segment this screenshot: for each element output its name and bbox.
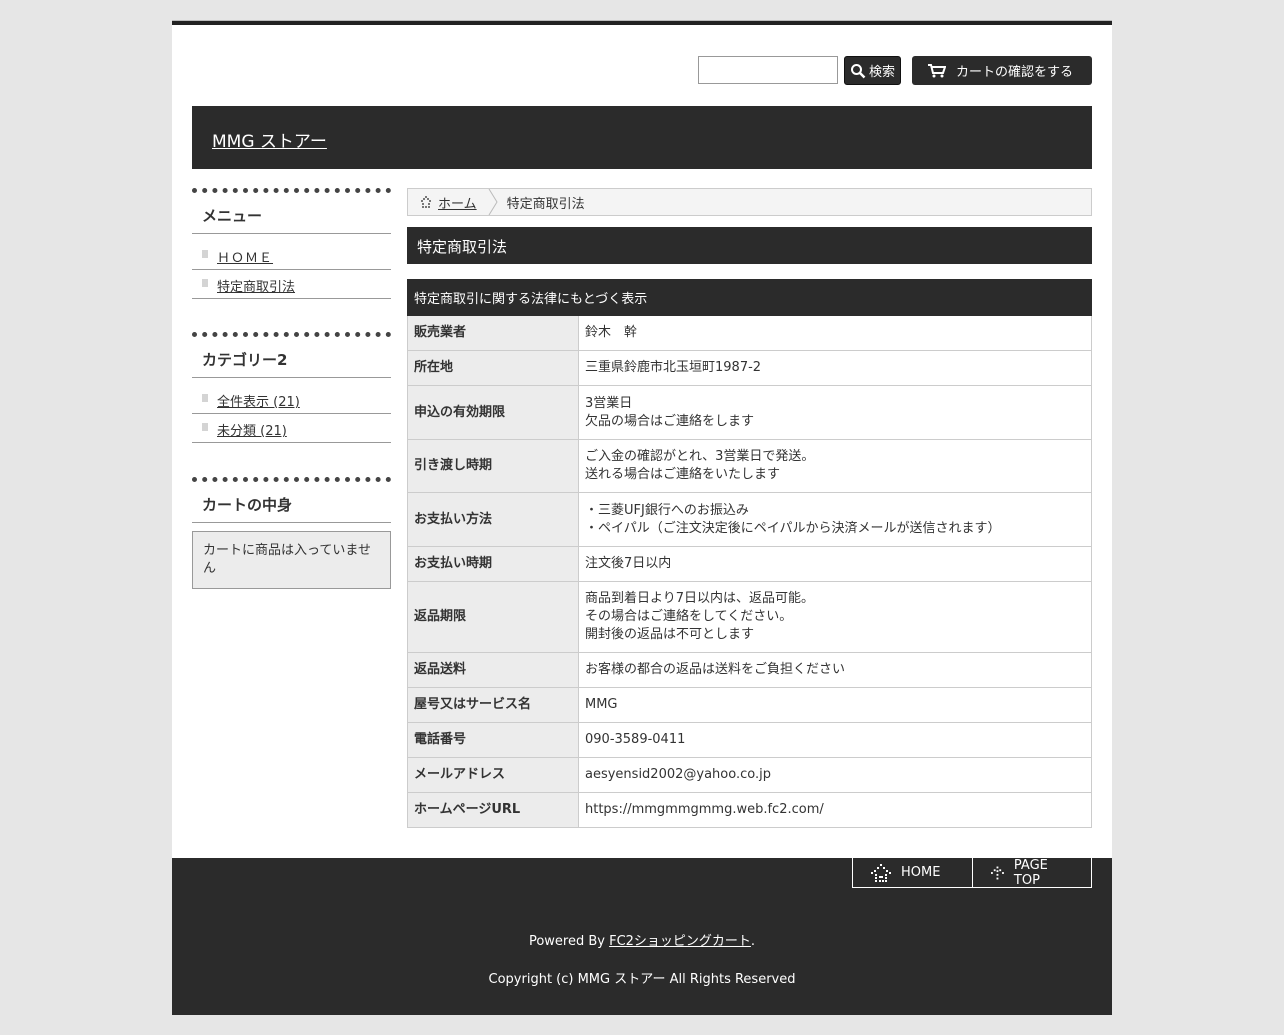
category-link-uncategorized[interactable]: 未分類 (21): [217, 424, 287, 439]
row-label: 引き渡し時期: [407, 439, 579, 493]
menu-item-home: ＨＯＭＥ: [192, 241, 391, 270]
search-button-label: 検索: [868, 65, 895, 80]
footer-nav: HOME PAGE TOP: [852, 858, 1092, 888]
bullet-icon: [202, 394, 208, 402]
row-label: 所在地: [407, 350, 579, 386]
breadcrumb: ホーム 特定商取引法: [407, 188, 1092, 216]
category-item-all: 全件表示 (21): [192, 385, 391, 414]
site-header: MMG ストアー: [192, 106, 1092, 169]
table-row: 所在地 三重県鈴鹿市北玉垣町1987-2: [407, 350, 1092, 386]
row-value: ご入金の確認がとれ、3営業日で発送。 送れる場合はご連絡をいたします: [578, 439, 1092, 493]
row-label: 申込の有効期限: [407, 385, 579, 440]
row-value: 注文後7日以内: [578, 546, 1092, 582]
copyright: Copyright (c) MMG ストアー All Rights Reserv…: [488, 972, 796, 987]
footer-home-button[interactable]: HOME: [852, 858, 972, 888]
row-value: ・三菱UFJ銀行へのお振込み ・ペイパル（ご注文決定後にペイパルから決済メールが…: [578, 492, 1092, 547]
cart-heading: カートの中身: [192, 477, 391, 523]
table-row: メールアドレス aesyensid2002@yahoo.co.jp: [407, 757, 1092, 793]
view-cart-label: カートの確認をする: [956, 65, 1074, 80]
footer-page-top-label: PAGE TOP: [1013, 857, 1048, 888]
menu-link-law[interactable]: 特定商取引法: [217, 280, 295, 295]
row-value: 商品到着日より7日以内は、返品可能。 その場合はご連絡をしてください。 開封後の…: [578, 581, 1092, 653]
breadcrumb-current: 特定商取引法: [506, 196, 585, 212]
breadcrumb-home-link[interactable]: ホーム: [438, 193, 477, 212]
menu-link-home[interactable]: ＨＯＭＥ: [217, 251, 273, 266]
footer-home-label: HOME: [901, 865, 941, 880]
home-icon: [871, 863, 891, 882]
row-label: 返品期限: [407, 581, 579, 653]
bullet-icon: [202, 250, 208, 258]
row-label: メールアドレス: [407, 757, 579, 793]
table-row: 返品期限 商品到着日より7日以内は、返品可能。 その場合はご連絡をしてください。 …: [407, 581, 1092, 653]
law-table: 特定商取引に関する法律にもとづく表示 販売業者 鈴木 幹所在地 三重県鈴鹿市北玉垣町…: [407, 279, 1092, 828]
sidebar-cart: カートの中身 カートに商品は入っていません: [192, 477, 391, 589]
sidebar-menu: メニュー ＨＯＭＥ 特定商取引法: [192, 188, 391, 299]
row-value: お客様の都合の返品は送料をご負担ください: [578, 652, 1092, 688]
page-container: 検索 カートの確認をする MMG ストアー メニュー ＨＯＭＥ 特定商取引法 カ…: [172, 20, 1112, 1015]
bullet-icon: [202, 279, 208, 287]
powered-by-link[interactable]: FC2ショッピングカート: [609, 934, 751, 949]
category-list: 全件表示 (21) 未分類 (21): [192, 385, 391, 443]
row-value: 三重県鈴鹿市北玉垣町1987-2: [578, 350, 1092, 386]
search-input[interactable]: [698, 56, 838, 84]
breadcrumb-separator-icon: [488, 189, 498, 215]
table-row: ホームページURL https://mmgmmgmmg.web.fc2.com/: [407, 792, 1092, 828]
law-table-body: 販売業者 鈴木 幹所在地 三重県鈴鹿市北玉垣町1987-2 申込の有効期限 3営業日 欠…: [407, 315, 1092, 828]
row-label: 屋号又はサービス名: [407, 687, 579, 723]
table-caption: 特定商取引に関する法律にもとづく表示: [407, 279, 1092, 316]
table-row: お支払い時期 注文後7日以内: [407, 546, 1092, 582]
cart-icon: [928, 63, 946, 77]
view-cart-button[interactable]: カートの確認をする: [912, 56, 1092, 85]
table-row: 電話番号 090-3589-0411: [407, 722, 1092, 758]
table-row: 販売業者 鈴木 幹: [407, 315, 1092, 351]
menu-list: ＨＯＭＥ 特定商取引法: [192, 241, 391, 299]
site-title-link[interactable]: MMG ストアー: [212, 127, 327, 152]
table-row: 屋号又はサービス名 MMG: [407, 687, 1092, 723]
home-icon: [421, 196, 431, 208]
category-heading: カテゴリー2: [192, 332, 391, 378]
sidebar-category: カテゴリー2 全件表示 (21) 未分類 (21): [192, 332, 391, 443]
search-button[interactable]: 検索: [844, 56, 901, 85]
powered-by: Powered By FC2ショッピングカート.: [172, 930, 1112, 949]
row-label: お支払い時期: [407, 546, 579, 582]
row-value: MMG: [578, 687, 1092, 723]
bullet-icon: [202, 423, 208, 431]
category-item-uncategorized: 未分類 (21): [192, 414, 391, 443]
powered-by-prefix: Powered By: [528, 934, 610, 949]
row-value: aesyensid2002@yahoo.co.jp: [578, 757, 1092, 793]
row-value: https://mmgmmgmmg.web.fc2.com/: [578, 792, 1092, 828]
footer: HOME PAGE TOP Powered By FC2ショッピングカート. C…: [172, 858, 1112, 1015]
search-icon: [850, 63, 866, 78]
table-row: お支払い方法 ・三菱UFJ銀行へのお振込み ・ペイパル（ご注文決定後にペイパルから…: [407, 492, 1092, 547]
powered-by-suffix: .: [750, 934, 756, 949]
footer-page-top-button[interactable]: PAGE TOP: [972, 858, 1092, 888]
menu-item-law: 特定商取引法: [192, 270, 391, 299]
arrow-up-icon: [991, 866, 1004, 879]
table-row: 申込の有効期限 3営業日 欠品の場合はご連絡をします: [407, 385, 1092, 440]
category-link-all[interactable]: 全件表示 (21): [217, 395, 300, 410]
row-label: お支払い方法: [407, 492, 579, 547]
cart-empty-message: カートに商品は入っていません: [192, 531, 391, 589]
row-value: 090-3589-0411: [578, 722, 1092, 758]
menu-heading: メニュー: [192, 188, 391, 234]
row-value: 鈴木 幹: [578, 315, 1092, 351]
row-label: 販売業者: [407, 315, 579, 351]
row-value: 3営業日 欠品の場合はご連絡をします: [578, 385, 1092, 440]
row-label: 返品送料: [407, 652, 579, 688]
row-label: ホームページURL: [407, 792, 579, 828]
page-title: 特定商取引法: [407, 227, 1092, 264]
row-label: 電話番号: [407, 722, 579, 758]
table-row: 返品送料 お客様の都合の返品は送料をご負担ください: [407, 652, 1092, 688]
table-row: 引き渡し時期 ご入金の確認がとれ、3営業日で発送。 送れる場合はご連絡をいたします: [407, 439, 1092, 493]
